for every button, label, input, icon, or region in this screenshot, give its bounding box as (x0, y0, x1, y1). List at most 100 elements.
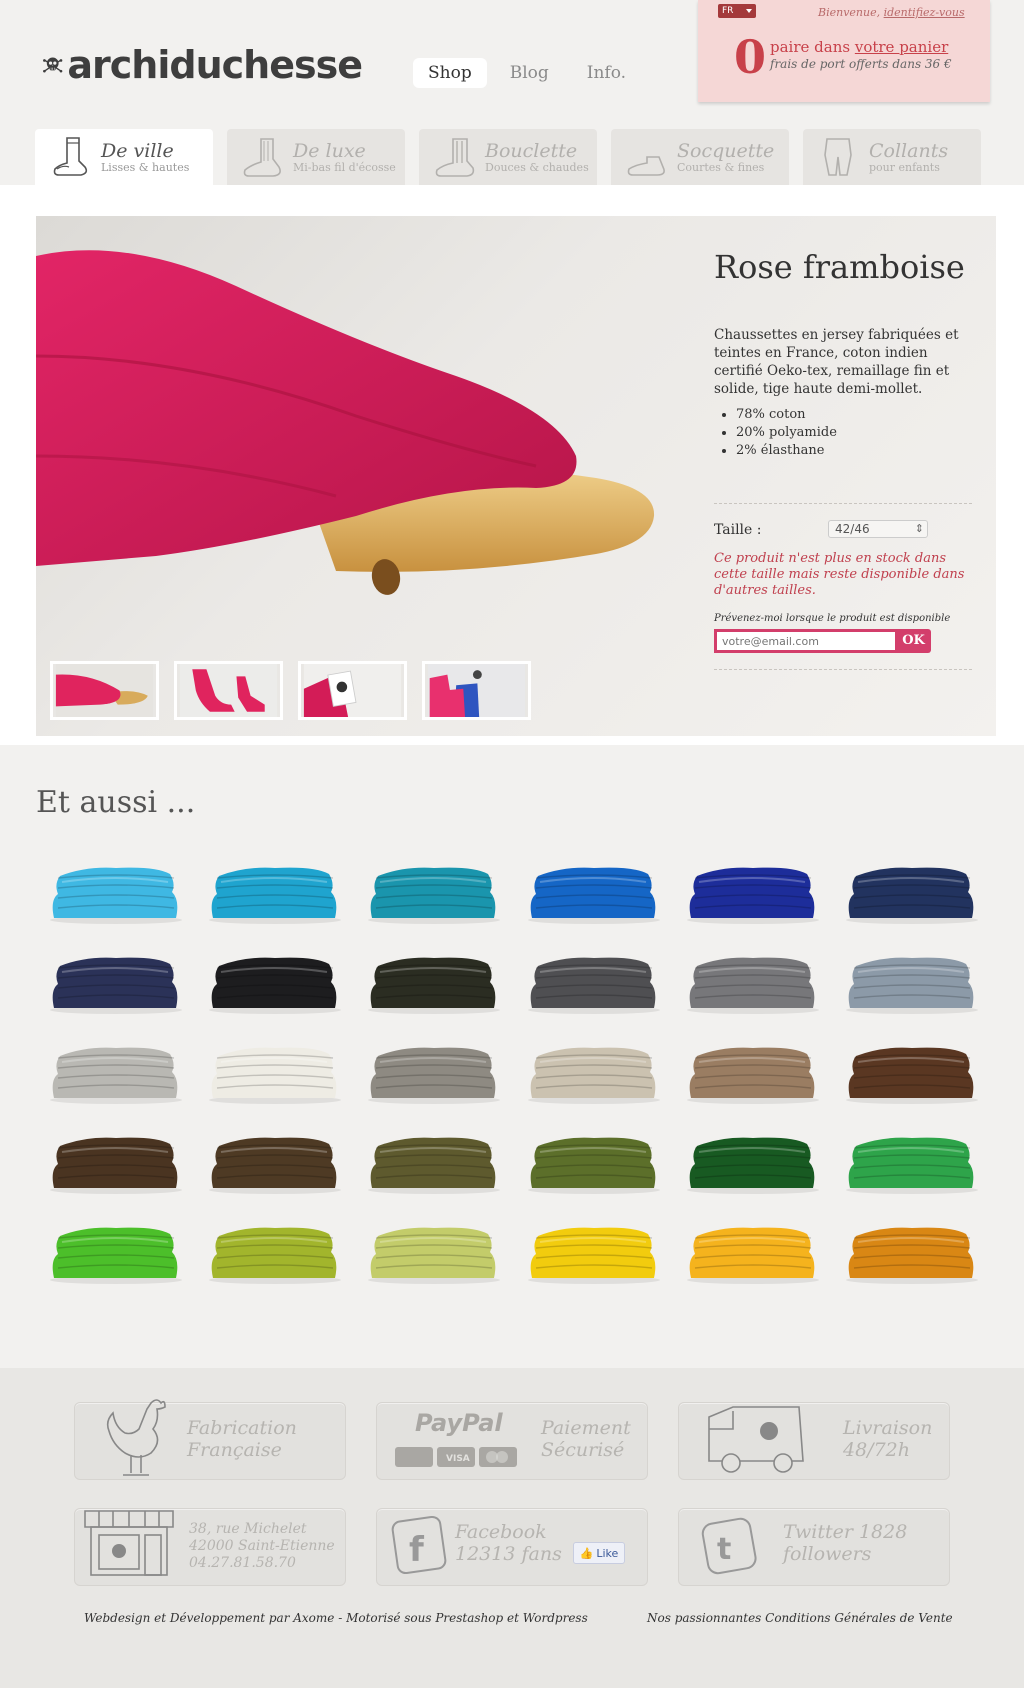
color-variant-16[interactable] (514, 1040, 673, 1104)
size-select[interactable]: 42/46 (828, 520, 928, 538)
language-select[interactable]: FR (718, 4, 756, 18)
badge-line2: 48/72h (843, 1439, 910, 1461)
ok-button[interactable]: OK (896, 629, 931, 653)
tab-subtitle: Douces & chaudes (485, 160, 589, 174)
tab-collants[interactable]: Collants pour enfants (803, 129, 981, 185)
footer-credit[interactable]: Webdesign et Développement par Axome - M… (84, 1611, 588, 1625)
tab-title: Collants (869, 139, 949, 162)
facebook-icon: f (391, 1515, 447, 1575)
cart-link[interactable]: votre panier (855, 38, 948, 56)
color-variant-2[interactable] (195, 860, 354, 924)
color-variant-4[interactable] (514, 860, 673, 924)
cart-summary: paire dans votre panier (770, 38, 948, 56)
tab-subtitle: pour enfants (869, 160, 940, 174)
twitter-icon: t (701, 1517, 757, 1575)
color-grid (36, 860, 992, 1284)
thumbs-up-icon: 👍 (579, 1546, 594, 1560)
spec-item: 2% élasthane (736, 442, 837, 460)
folded-sock-image (527, 867, 660, 924)
color-variant-9[interactable] (355, 950, 514, 1014)
color-variant-23[interactable] (673, 1130, 832, 1194)
badge-line2: followers (783, 1543, 872, 1565)
thumbnail-1[interactable] (50, 661, 159, 720)
folded-sock-image (49, 1227, 182, 1284)
color-variant-24[interactable] (833, 1130, 992, 1194)
color-variant-25[interactable] (36, 1220, 195, 1284)
color-variant-30[interactable] (833, 1220, 992, 1284)
tab-de-luxe[interactable]: De luxe Mi-bas fil d'écosse (227, 129, 405, 185)
color-variant-21[interactable] (355, 1130, 514, 1194)
badge-line2: Française (187, 1439, 282, 1461)
thumbnail-2[interactable] (174, 661, 283, 720)
address-phone: 04.27.81.58.70 (189, 1555, 296, 1571)
nav-shop[interactable]: Shop (413, 58, 487, 88)
cgv-link[interactable]: Nos passionnantes Conditions Générales d… (647, 1611, 953, 1625)
color-variant-12[interactable] (833, 950, 992, 1014)
visa-label: VISA (446, 1454, 470, 1464)
color-variant-5[interactable] (673, 860, 832, 924)
welcome-label: Bienvenue, (818, 6, 881, 19)
color-variant-14[interactable] (195, 1040, 354, 1104)
color-variant-22[interactable] (514, 1130, 673, 1194)
divider (714, 503, 972, 505)
badge-line1: Twitter 1828 (783, 1521, 908, 1543)
color-variant-26[interactable] (195, 1220, 354, 1284)
nav-info[interactable]: Info. (572, 58, 641, 88)
email-field[interactable] (714, 629, 898, 653)
color-variant-6[interactable] (833, 860, 992, 924)
badge-address: 38, rue Michelet 42000 Saint-Etienne 04.… (74, 1508, 346, 1586)
tab-socquette[interactable]: Socquette Courtes & fines (611, 129, 789, 185)
thumbnail-4[interactable] (422, 661, 531, 720)
badge-paiement: PayPal VISA Paiement Sécurisé (376, 1402, 648, 1480)
nav-blog[interactable]: Blog (495, 58, 564, 88)
thumbnail-strip (50, 661, 531, 720)
folded-sock-image (368, 957, 501, 1014)
badge-line1: Fabrication (187, 1417, 297, 1439)
badge-fabrication: Fabrication Française (74, 1399, 346, 1480)
color-variant-17[interactable] (673, 1040, 832, 1104)
color-variant-28[interactable] (514, 1220, 673, 1284)
folded-sock-image (368, 1047, 501, 1104)
tab-bouclette[interactable]: Bouclette Douces & chaudes (419, 129, 597, 185)
folded-sock-image (49, 867, 182, 924)
rooster-icon (106, 1399, 166, 1476)
badge-line2: 12313 fans (455, 1543, 562, 1565)
badge-line1: Facebook (455, 1521, 547, 1543)
color-variant-13[interactable] (36, 1040, 195, 1104)
color-variant-29[interactable] (673, 1220, 832, 1284)
color-variant-7[interactable] (36, 950, 195, 1014)
color-variant-18[interactable] (833, 1040, 992, 1104)
color-variant-3[interactable] (355, 860, 514, 924)
sock-bouclette-icon (435, 138, 475, 177)
product-description: Chaussettes en jersey fabriquées et tein… (714, 327, 959, 397)
tab-de-ville[interactable]: De ville Lisses & hautes (35, 129, 213, 185)
product-title: Rose framboise (714, 248, 965, 286)
cart-count: 0 (734, 30, 767, 84)
badge-twitter[interactable]: t Twitter 1828 followers (678, 1508, 950, 1586)
sock-luxe-icon (243, 138, 281, 177)
color-variant-27[interactable] (355, 1220, 514, 1284)
site-logo[interactable]: archiduchesse (42, 25, 363, 105)
folded-sock-image (846, 1137, 979, 1194)
thumbnail-3[interactable] (298, 661, 407, 720)
login-link[interactable]: identifiez-vous (884, 6, 965, 19)
color-variant-15[interactable] (355, 1040, 514, 1104)
paypal-logo: PayPal (415, 1409, 503, 1437)
size-label: Taille : (714, 522, 762, 538)
tab-title: Socquette (677, 139, 775, 162)
folded-sock-image (686, 867, 819, 924)
address-line1: 38, rue Michelet (189, 1521, 307, 1537)
color-variant-8[interactable] (195, 950, 354, 1014)
like-button[interactable]: 👍 Like (573, 1542, 625, 1564)
product-specs: 78% coton 20% polyamide 2% élasthane (736, 406, 837, 460)
color-variant-1[interactable] (36, 860, 195, 924)
tab-subtitle: Courtes & fines (677, 160, 765, 174)
spec-item: 78% coton (736, 406, 837, 424)
color-variant-11[interactable] (673, 950, 832, 1014)
color-variant-10[interactable] (514, 950, 673, 1014)
shop-icon (84, 1510, 174, 1576)
color-variant-20[interactable] (195, 1130, 354, 1194)
badge-facebook[interactable]: f Facebook 12313 fans 👍 Like (376, 1508, 648, 1586)
color-variant-19[interactable] (36, 1130, 195, 1194)
tab-subtitle: Lisses & hautes (101, 160, 190, 174)
